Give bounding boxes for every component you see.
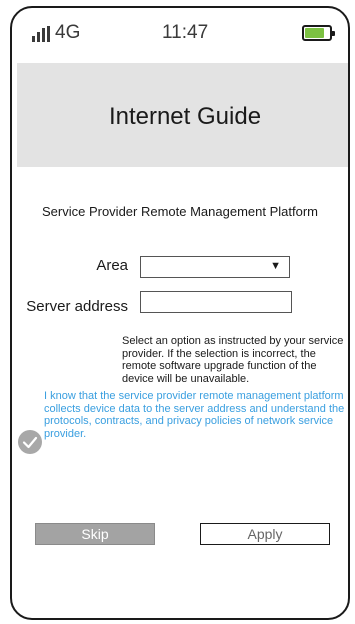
selection-hint: Select an option as instructed by your s… <box>122 335 344 385</box>
area-select[interactable]: ▼ <box>140 256 290 278</box>
agreement-section: I know that the service provider remote … <box>18 390 348 480</box>
agreement-text[interactable]: I know that the service provider remote … <box>44 390 348 440</box>
dropdown-arrow-icon: ▼ <box>270 260 281 272</box>
status-time: 11:47 <box>162 22 209 43</box>
apply-button[interactable]: Apply <box>200 523 330 545</box>
battery-icon <box>302 25 335 41</box>
battery-level <box>305 28 324 38</box>
skip-button[interactable]: Skip <box>35 523 155 545</box>
phone-frame: 4G 11:47 Internet Guide Service Provider… <box>10 6 350 620</box>
server-address-input[interactable] <box>140 291 292 313</box>
platform-title: Service Provider Remote Management Platf… <box>41 204 318 219</box>
signal-bars-icon <box>32 26 52 42</box>
page-title: Internet Guide <box>108 103 262 130</box>
status-bar: 4G 11:47 <box>12 8 348 68</box>
network-type: 4G <box>55 22 81 43</box>
checkmark-icon[interactable] <box>18 430 42 454</box>
area-label: Area <box>96 257 128 274</box>
page-header: Internet Guide <box>17 63 348 167</box>
server-address-label: Server address <box>26 298 128 315</box>
